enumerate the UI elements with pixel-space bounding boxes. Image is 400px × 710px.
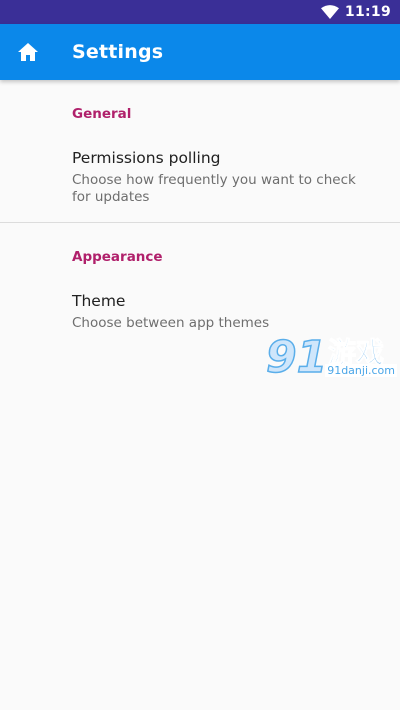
wifi-icon [320, 5, 339, 19]
pref-title: Theme [72, 292, 126, 310]
status-bar: 11:19 [0, 0, 400, 24]
pref-permissions-polling[interactable]: Permissions polling Choose how frequentl… [0, 124, 400, 222]
app-bar: Settings [0, 24, 400, 80]
pref-summary: Choose how frequently you want to check … [72, 172, 356, 205]
watermark: 91 游戏 91danji.com [264, 330, 400, 382]
watermark-url: 91danji.com [325, 364, 397, 377]
category-general: General [72, 106, 132, 122]
status-clock: 11:19 [344, 4, 391, 20]
svg-text:91: 91 [266, 332, 327, 382]
home-icon [18, 43, 38, 61]
page-title: Settings [72, 41, 164, 63]
status-icons: 11:19 [320, 0, 391, 24]
home-button[interactable] [16, 40, 40, 64]
category-appearance: Appearance [72, 249, 163, 265]
settings-list: General Permissions polling Choose how f… [0, 80, 400, 348]
pref-title: Permissions polling [72, 149, 221, 167]
